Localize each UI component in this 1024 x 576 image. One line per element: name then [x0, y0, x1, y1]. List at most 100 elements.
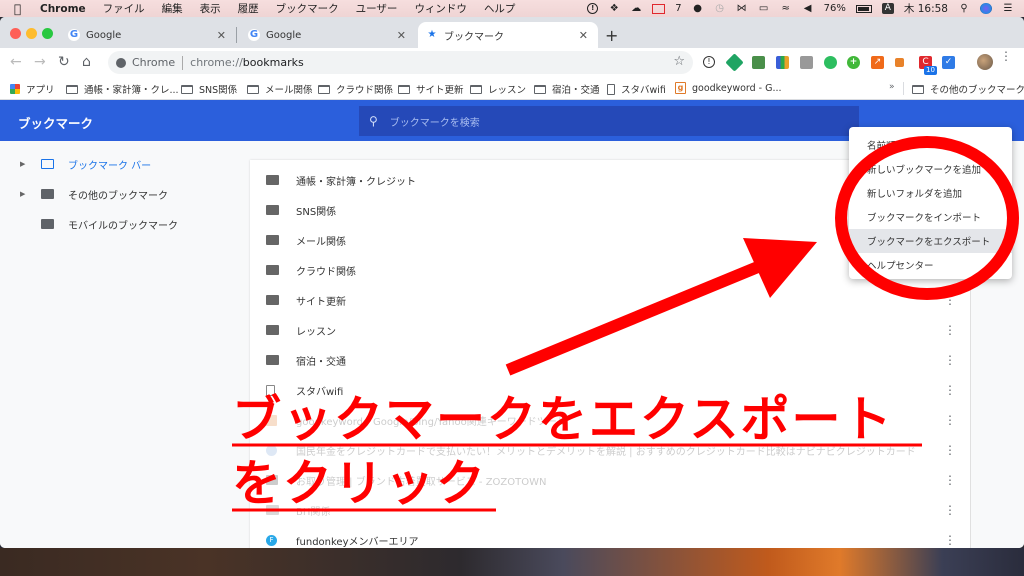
- bookmark-star-icon[interactable]: ☆: [673, 54, 685, 69]
- add-extension-icon[interactable]: +: [847, 56, 860, 69]
- spotlight-icon[interactable]: ⚲: [958, 3, 970, 14]
- list-item-label: サイト更新: [296, 296, 346, 308]
- menu-help[interactable]: ヘルプ: [484, 1, 516, 16]
- menu-help-center[interactable]: ヘルプセンター: [849, 253, 1012, 277]
- tree-item-bookmarks-bar[interactable]: ▶ ブックマーク バー: [0, 151, 250, 177]
- menu-export-bookmarks[interactable]: ブックマークをエクスポート: [849, 229, 1012, 253]
- feedly-extension-icon[interactable]: [725, 53, 744, 72]
- menu-window[interactable]: ウィンドウ: [414, 1, 467, 16]
- menu-bookmarks[interactable]: ブックマーク: [276, 1, 339, 16]
- list-item[interactable]: サイト更新 ⋮: [250, 285, 970, 315]
- cloud-sync-icon[interactable]: ☁: [630, 3, 642, 14]
- bookmarks-bar-item[interactable]: SNS関係: [181, 82, 237, 96]
- minimize-window-button[interactable]: [26, 28, 37, 39]
- list-item[interactable]: Ffundonkeyメンバーエリア ⋮: [250, 525, 970, 548]
- more-actions-icon[interactable]: ⋮: [944, 384, 956, 396]
- more-actions-icon[interactable]: ⋮: [944, 474, 956, 486]
- more-actions-icon[interactable]: ⋮: [944, 444, 956, 456]
- metamask-extension-icon[interactable]: [895, 58, 904, 67]
- notification-center-icon[interactable]: ☰: [1002, 3, 1014, 14]
- menu-history[interactable]: 履歴: [238, 1, 259, 16]
- more-actions-icon[interactable]: ⋮: [944, 504, 956, 516]
- bookmark-label: SNS関係: [199, 85, 238, 96]
- mail-icon[interactable]: [652, 3, 666, 14]
- bookmark-search-input[interactable]: ⚲ ブックマークを検索: [359, 106, 859, 136]
- airplay-icon[interactable]: ▭: [758, 3, 770, 14]
- annotation-text-line2: をクリック: [232, 455, 488, 512]
- expand-arrow-icon[interactable]: ▶: [20, 160, 25, 168]
- menu-app-name[interactable]: Chrome: [40, 3, 86, 15]
- menu-view[interactable]: 表示: [200, 1, 221, 16]
- bookmarks-overflow-button[interactable]: »: [889, 82, 895, 92]
- list-item[interactable]: レッスン ⋮: [250, 315, 970, 345]
- screen-capture-extension-icon[interactable]: [752, 56, 765, 69]
- list-item[interactable]: 宿泊・交通 ⋮: [250, 345, 970, 375]
- chrome-menu-icon[interactable]: ⋮: [1000, 50, 1012, 62]
- bookmarks-bar-item[interactable]: スタバwifi: [607, 82, 666, 96]
- bookmarks-bar-item[interactable]: サイト更新: [398, 82, 464, 96]
- dropbox-icon[interactable]: ❖: [608, 3, 620, 14]
- other-bookmarks-button[interactable]: その他のブックマーク: [912, 82, 1024, 96]
- more-actions-icon[interactable]: ⋮: [944, 324, 956, 336]
- analytics-extension-icon[interactable]: [776, 56, 789, 69]
- profile-avatar[interactable]: [977, 54, 993, 70]
- organize-menu: 名前順 新しいブックマークを追加 新しいフォルダを追加 ブックマークをインポート…: [849, 127, 1012, 279]
- folder-icon: [266, 205, 279, 215]
- evernote-icon[interactable]: ●: [692, 3, 704, 14]
- bookmarks-bar-item[interactable]: g goodkeyword - G...: [675, 82, 782, 94]
- 1password-icon[interactable]: !: [587, 3, 599, 14]
- tree-item-other-bookmarks[interactable]: ▶ その他のブックマーク: [0, 181, 250, 207]
- document-extension-icon[interactable]: [800, 56, 813, 69]
- menu-file[interactable]: ファイル: [103, 1, 145, 16]
- menu-import-bookmarks[interactable]: ブックマークをインポート: [849, 205, 1012, 229]
- evernote-extension-icon[interactable]: [824, 56, 837, 69]
- bookmarks-bar-item-apps[interactable]: アプリ: [10, 82, 55, 96]
- reload-button[interactable]: ↻: [58, 54, 70, 70]
- new-tab-button[interactable]: +: [605, 26, 618, 45]
- more-actions-icon[interactable]: ⋮: [944, 414, 956, 426]
- battery-icon[interactable]: [855, 4, 872, 13]
- menu-sort-by-name[interactable]: 名前順: [849, 133, 1012, 157]
- volume-icon[interactable]: ◀: [802, 3, 814, 14]
- menu-people[interactable]: ユーザー: [356, 1, 398, 16]
- bookmarks-bar-item[interactable]: 通帳・家計簿・クレ...: [66, 82, 179, 96]
- tab-google-2[interactable]: G Google ✕: [240, 22, 416, 48]
- forward-button[interactable]: →: [34, 54, 46, 70]
- bookmarks-bar-item[interactable]: クラウド関係: [318, 82, 393, 96]
- close-tab-icon[interactable]: ✕: [579, 29, 588, 42]
- chart-extension-icon[interactable]: ↗: [871, 56, 884, 69]
- more-actions-icon[interactable]: ⋮: [944, 294, 956, 306]
- menu-add-bookmark[interactable]: 新しいブックマークを追加: [849, 157, 1012, 181]
- close-tab-icon[interactable]: ✕: [217, 29, 226, 42]
- tab-title: Google: [86, 29, 122, 41]
- menu-edit[interactable]: 編集: [162, 1, 183, 16]
- check-extension-icon[interactable]: ✓: [942, 56, 955, 69]
- close-tab-icon[interactable]: ✕: [397, 29, 406, 42]
- clock[interactable]: 木 16:58: [904, 1, 948, 16]
- home-button[interactable]: ⌂: [82, 54, 91, 70]
- back-button[interactable]: ←: [10, 54, 22, 70]
- time-machine-icon[interactable]: ◷: [714, 3, 726, 14]
- bookmarks-bar-item[interactable]: レッスン: [470, 82, 526, 96]
- page-icon: [607, 83, 615, 95]
- fullscreen-window-button[interactable]: [42, 28, 53, 39]
- tree-item-mobile-bookmarks[interactable]: モバイルのブックマーク: [0, 211, 250, 237]
- bookmarks-bar-item[interactable]: メール関係: [247, 82, 313, 96]
- apple-menu-icon[interactable]: : [14, 2, 26, 16]
- more-actions-icon[interactable]: ⋮: [944, 534, 956, 546]
- 1password-extension-icon[interactable]: !: [703, 56, 715, 68]
- bookmarks-bar-item[interactable]: 宿泊・交通: [534, 82, 600, 96]
- more-actions-icon[interactable]: ⋮: [944, 354, 956, 366]
- bookmarks-bar: アプリ 通帳・家計簿・クレ... SNS関係 メール関係 クラウド関係 サイト更…: [0, 77, 1024, 100]
- input-source-icon[interactable]: A: [881, 3, 894, 14]
- tab-google-1[interactable]: G Google ✕: [60, 22, 237, 48]
- tab-bookmarks[interactable]: ★ ブックマーク ✕: [418, 22, 598, 48]
- siri-icon[interactable]: [980, 3, 992, 14]
- menu-add-folder[interactable]: 新しいフォルダを追加: [849, 181, 1012, 205]
- expand-arrow-icon[interactable]: ▶: [20, 190, 25, 198]
- wifi-icon[interactable]: ≈: [780, 3, 792, 14]
- desktop-wallpaper: [0, 548, 1024, 576]
- bluetooth-icon[interactable]: ⋈: [736, 3, 748, 14]
- close-window-button[interactable]: [10, 28, 21, 39]
- address-bar[interactable]: Chrome chrome:// bookmarks ☆: [108, 51, 693, 74]
